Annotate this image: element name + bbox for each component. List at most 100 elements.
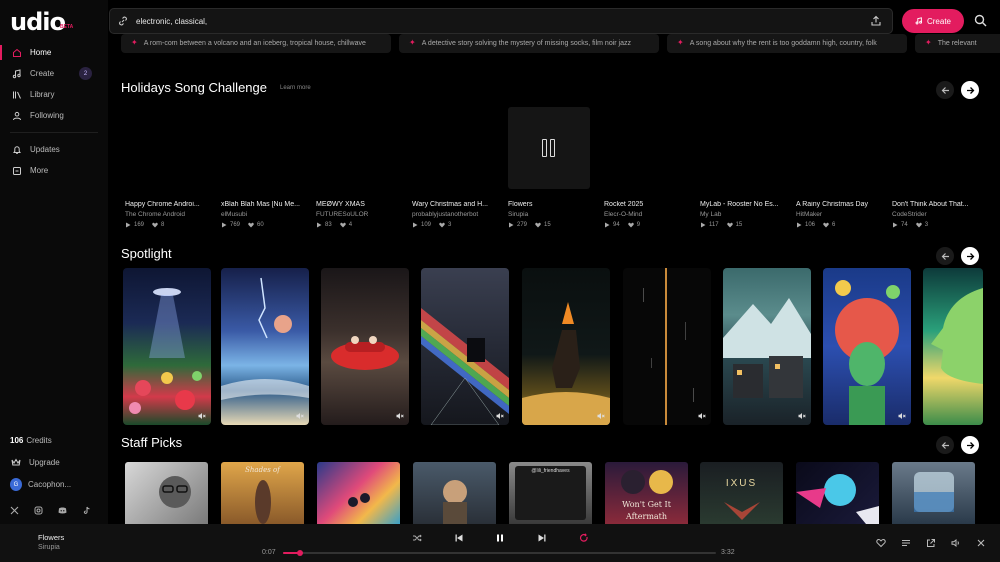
song-cover[interactable] xyxy=(888,107,970,189)
staff-pick-cover[interactable] xyxy=(125,462,208,524)
staff-pick-cover[interactable] xyxy=(796,462,879,524)
progress-knob[interactable] xyxy=(297,550,304,556)
holidays-next-button[interactable] xyxy=(961,81,979,99)
song-cover[interactable] xyxy=(312,107,394,189)
staff-pick-cover[interactable] xyxy=(317,462,400,524)
mute-icon[interactable] xyxy=(898,412,906,420)
staff-prev-button[interactable] xyxy=(936,436,954,454)
share-icon[interactable] xyxy=(870,15,882,27)
spotlight-card[interactable] xyxy=(923,268,983,425)
song-artist[interactable]: Elecr-O-Mind xyxy=(604,211,690,218)
sidebar-item-more[interactable]: More xyxy=(0,160,108,181)
prompt-search-bar[interactable] xyxy=(109,8,893,34)
spotlight-card[interactable] xyxy=(221,268,309,425)
staff-pick-cover[interactable] xyxy=(413,462,496,524)
holidays-prev-button[interactable] xyxy=(936,81,954,99)
spotlight-card[interactable] xyxy=(123,268,211,425)
sidebar-item-home[interactable]: Home xyxy=(0,42,108,63)
mute-icon[interactable] xyxy=(198,412,206,420)
x-icon[interactable] xyxy=(10,506,19,515)
mute-icon[interactable] xyxy=(597,412,605,420)
next-track-icon[interactable] xyxy=(537,533,547,543)
mute-icon[interactable] xyxy=(798,412,806,420)
staff-pick-cover[interactable]: Shades of xyxy=(221,462,304,524)
user-profile[interactable]: G Cacophon... xyxy=(0,474,108,495)
song-cover[interactable] xyxy=(600,107,682,189)
song-title[interactable]: A Rainy Christmas Day xyxy=(796,201,882,208)
song-artist[interactable]: HitMaker xyxy=(796,211,882,218)
song-cover[interactable] xyxy=(508,107,590,189)
sidebar-item-following[interactable]: Following xyxy=(0,105,108,126)
prompt-chip[interactable]: ✦ A rom-com between a volcano and an ice… xyxy=(121,34,391,53)
discord-icon[interactable] xyxy=(58,506,67,515)
repeat-icon[interactable] xyxy=(579,533,589,543)
mute-icon[interactable] xyxy=(496,412,504,420)
spotlight-card[interactable] xyxy=(623,268,711,425)
spotlight-card[interactable] xyxy=(723,268,811,425)
staff-next-button[interactable] xyxy=(961,436,979,454)
create-button[interactable]: Create xyxy=(902,9,964,33)
sidebar-item-create[interactable]: Create 2 xyxy=(0,63,108,84)
volume-icon[interactable] xyxy=(951,538,961,548)
now-playing-artist[interactable]: Sirupia xyxy=(38,544,60,551)
progress-track[interactable] xyxy=(283,550,716,556)
mute-icon[interactable] xyxy=(698,412,706,420)
staff-pick-cover[interactable]: Won't Get It Aftermath xyxy=(605,462,688,524)
search-input[interactable] xyxy=(136,16,870,26)
song-artist[interactable]: probablyjustanotherbot xyxy=(412,211,498,218)
song-artist[interactable]: Sirupia xyxy=(508,211,594,218)
learn-more-link[interactable]: Learn more xyxy=(280,85,311,91)
instagram-icon[interactable] xyxy=(34,506,43,515)
heart-icon[interactable] xyxy=(876,538,886,548)
staff-pick-cover[interactable] xyxy=(892,462,975,524)
spotlight-card[interactable] xyxy=(421,268,509,425)
spotlight-next-button[interactable] xyxy=(961,247,979,265)
mute-icon[interactable] xyxy=(296,412,304,420)
previous-track-icon[interactable] xyxy=(454,533,464,543)
song-title[interactable]: Flowers xyxy=(508,201,594,208)
song-cover[interactable] xyxy=(696,107,778,189)
pause-icon[interactable] xyxy=(542,139,556,157)
song-artist[interactable]: CodeStrider xyxy=(892,211,978,218)
staff-pick-cover[interactable]: IXUS xyxy=(700,462,783,524)
spotlight-prev-button[interactable] xyxy=(936,247,954,265)
song-title[interactable]: xBlah Blah Mas [Nu Me... xyxy=(221,201,307,208)
song-title[interactable]: MEØWY XMAS xyxy=(316,201,402,208)
song-artist[interactable]: FUTURESoULOR xyxy=(316,211,402,218)
song-title[interactable]: Rocket 2025 xyxy=(604,201,690,208)
song-cover[interactable] xyxy=(121,107,203,189)
song-artist[interactable]: The Chrome Android xyxy=(125,211,211,218)
mute-icon[interactable] xyxy=(396,412,404,420)
prompt-chip[interactable]: ✦ The relevant xyxy=(915,34,1000,53)
logo[interactable]: udio xyxy=(10,8,66,36)
upgrade-button[interactable]: Upgrade xyxy=(0,452,108,473)
prompt-chip[interactable]: ✦ A detective story solving the mystery … xyxy=(399,34,659,53)
song-title[interactable]: Happy Chrome Androi... xyxy=(125,201,211,208)
open-external-icon[interactable] xyxy=(926,538,936,548)
song-artist[interactable]: My Lab xyxy=(700,211,786,218)
now-playing-title[interactable]: Flowers xyxy=(38,533,64,542)
sidebar-item-library[interactable]: Library xyxy=(0,84,108,105)
song-artist[interactable]: elMusubi xyxy=(221,211,307,218)
spotlight-card[interactable] xyxy=(522,268,610,425)
close-icon[interactable] xyxy=(976,538,986,548)
pause-icon[interactable] xyxy=(495,533,505,543)
spotlight-card[interactable] xyxy=(823,268,911,425)
spotlight-card[interactable] xyxy=(321,268,409,425)
song-title[interactable]: Don't Think About That... xyxy=(892,201,978,208)
staff-pick-cover[interactable]: @lili_friendhaves xyxy=(509,462,592,524)
queue-icon[interactable] xyxy=(901,538,911,548)
prompt-chip[interactable]: ✦ A song about why the rent is too godda… xyxy=(667,34,907,53)
song-cover[interactable] xyxy=(217,107,299,189)
sidebar-item-updates[interactable]: Updates xyxy=(0,139,108,160)
credits-row[interactable]: 106 Credits xyxy=(0,430,108,451)
song-cover[interactable] xyxy=(408,107,490,189)
song-title[interactable]: Wary Christmas and H... xyxy=(412,201,498,208)
song-title[interactable]: MyLab - Rooster No Es... xyxy=(700,201,786,208)
tiktok-icon[interactable] xyxy=(82,506,91,515)
shuffle-icon[interactable] xyxy=(412,533,422,543)
cosmic-ocean-artwork xyxy=(221,277,309,400)
search-icon[interactable] xyxy=(974,14,987,27)
planet-girl-artwork xyxy=(835,280,900,425)
song-cover[interactable] xyxy=(792,107,874,189)
